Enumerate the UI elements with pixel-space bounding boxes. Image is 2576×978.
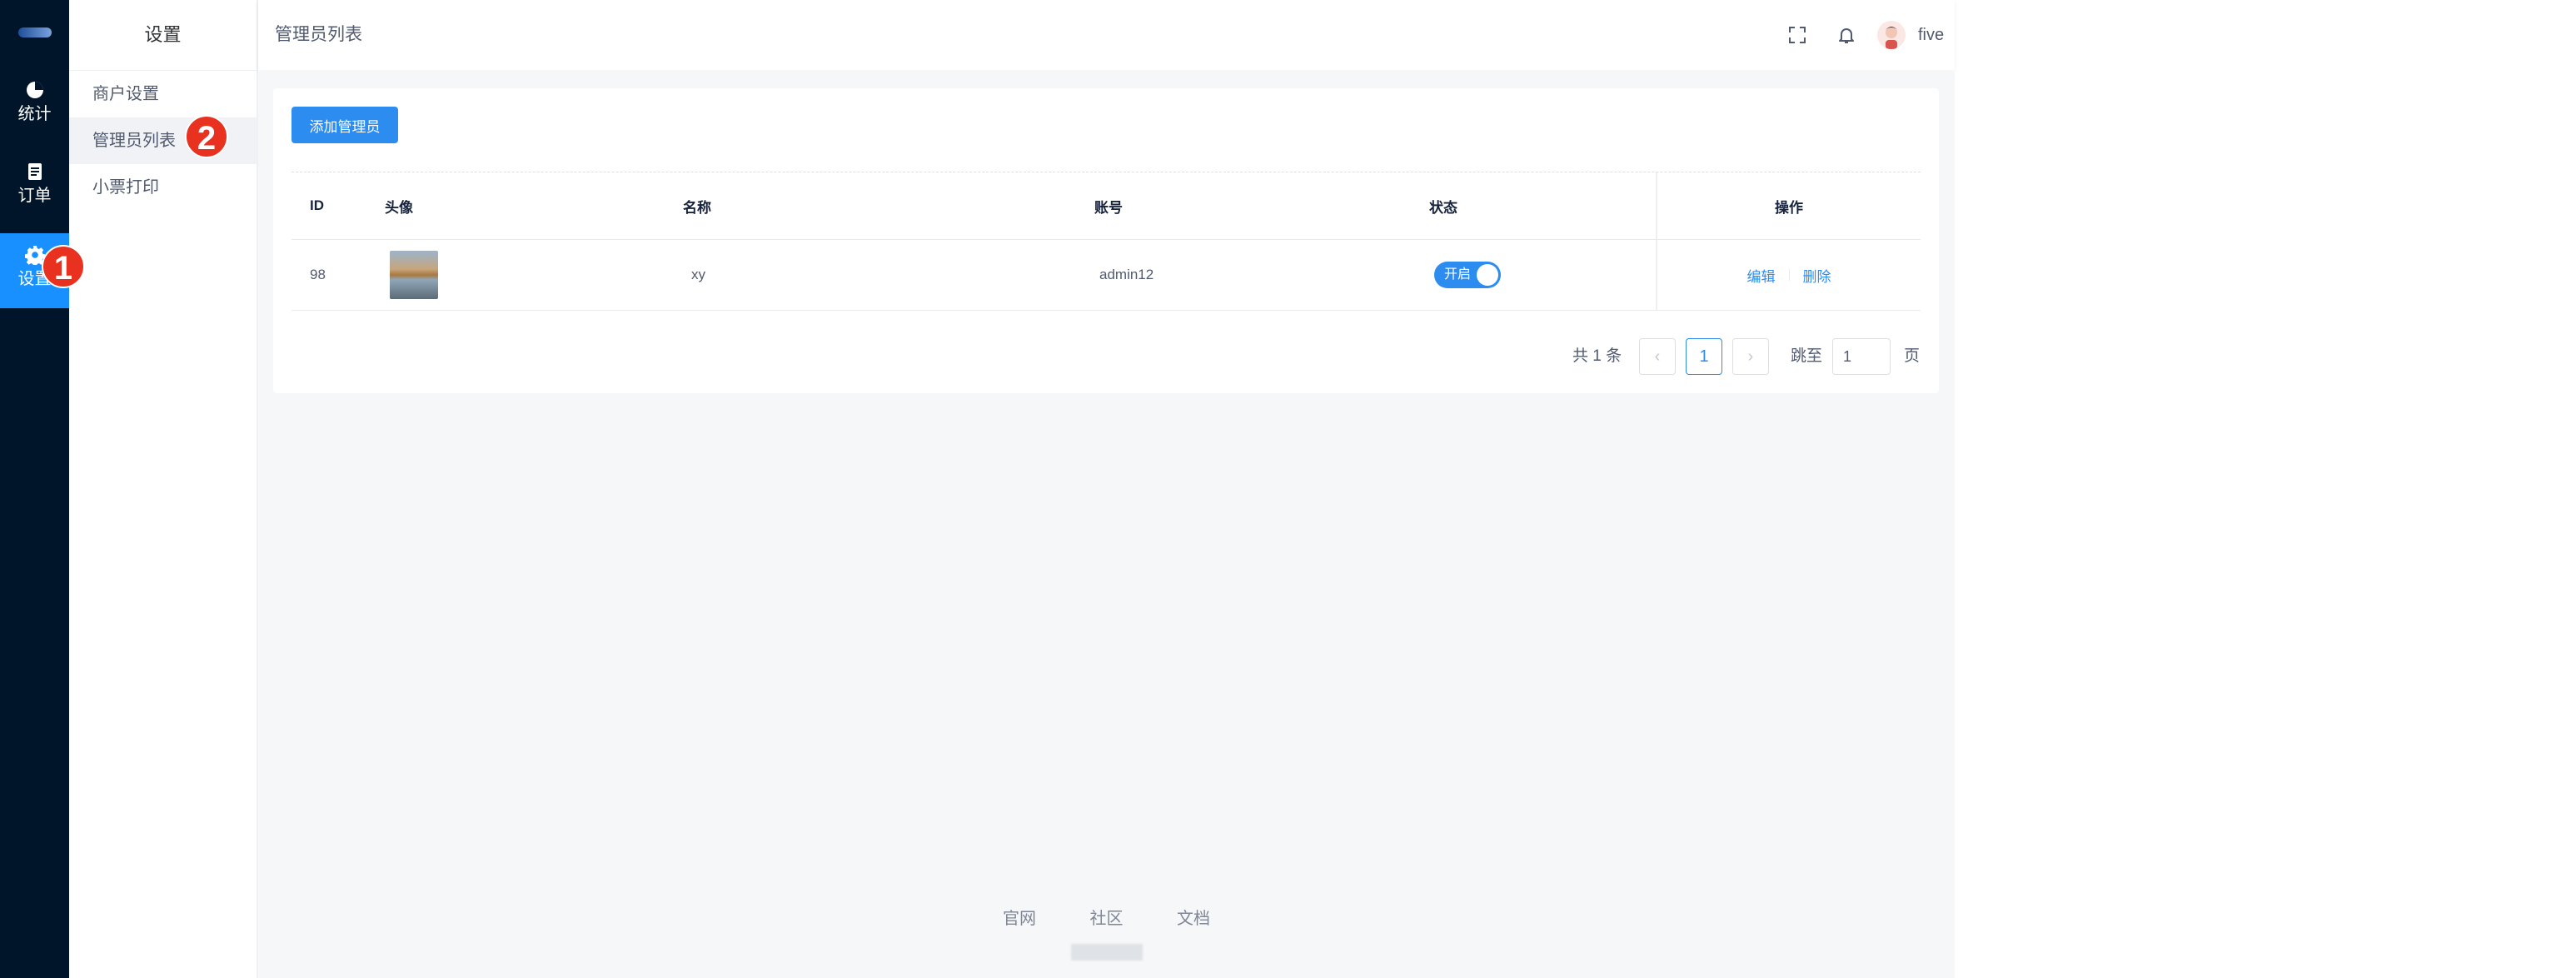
status-toggle-label: 开启 [1444,267,1472,282]
fullscreen-icon[interactable] [1787,25,1807,45]
toggle-knob [1477,264,1498,286]
cell-avatar [390,240,438,310]
footer-link-docs[interactable]: 文档 [1177,910,1210,928]
breadcrumb: 管理员列表 [275,25,362,44]
rail-item-label: 统计 [17,105,52,123]
footer-link-community[interactable]: 社区 [1090,910,1124,928]
avatar-face-icon [1885,27,1898,49]
rail-item-orders[interactable]: 订单 [0,162,69,237]
top-bar: 管理员列表 five [258,0,1955,70]
next-page-button[interactable]: › [1732,338,1769,375]
chevron-left-icon: ‹ [1654,347,1661,366]
chevron-right-icon: › [1747,347,1754,366]
user-avatar[interactable] [1877,21,1906,49]
submenu-item-merchant-settings[interactable]: 商户设置 [69,71,257,117]
pager-total: 共 1 条 [1572,347,1622,365]
col-id: ID [310,197,324,213]
pagination: 共 1 条 ‹ 1 › 跳至 页 [1572,338,1922,377]
col-actions: 操作 [1775,199,1803,216]
submenu-item-admin-list[interactable]: 管理员列表 [69,117,257,164]
secondary-menu: 设置 商户设置 管理员列表 小票打印 [69,0,258,978]
status-toggle[interactable]: 开启 [1434,262,1501,288]
document-icon [27,163,42,180]
admin-table: ID 头像 名称 账号 状态 操作 98 xy admin12 开启 编辑 删除 [291,172,1921,311]
cell-id: 98 [310,267,326,282]
cell-actions: 编辑 删除 [1657,240,1921,310]
footer: 官网 社区 文档 [258,905,1955,961]
table-row: 98 xy admin12 开启 编辑 删除 [291,240,1921,311]
user-name[interactable]: five [1918,0,1944,70]
logo [18,27,52,37]
prev-page-button[interactable]: ‹ [1639,338,1676,375]
pager-goto-label: 跳至 [1791,347,1823,365]
pager-goto-input[interactable] [1832,338,1891,375]
icon-rail: 统计 订单 设置 [0,0,69,978]
submenu-item-receipt-print[interactable]: 小票打印 [69,164,257,211]
add-admin-button[interactable]: 添加管理员 [291,107,398,143]
page-1-button[interactable]: 1 [1686,338,1722,375]
step-marker-1: 1 [42,245,85,288]
col-avatar: 头像 [385,199,413,216]
rail-item-stats[interactable]: 统计 [0,80,69,155]
cell-status: 开启 [1434,240,1501,310]
action-divider [1788,269,1790,281]
table-header: ID 头像 名称 账号 状态 操作 [291,172,1921,240]
edit-link[interactable]: 编辑 [1747,265,1776,286]
footer-copyright-blurred [1070,944,1143,961]
admin-list-card: 添加管理员 ID 头像 名称 账号 状态 操作 98 xy admin12 开启… [273,88,1939,393]
rail-item-label: 订单 [17,187,52,205]
submenu-title: 设置 [69,0,257,71]
avatar-image [390,251,438,299]
col-account: 账号 [1094,199,1123,216]
col-name: 名称 [683,199,711,216]
delete-link[interactable]: 删除 [1803,265,1831,286]
footer-link-official[interactable]: 官网 [1003,910,1036,928]
cell-name: xy [691,267,705,282]
pie-chart-icon [26,82,43,98]
col-status: 状态 [1429,199,1457,216]
step-marker-2: 2 [185,115,228,158]
bell-icon[interactable] [1836,25,1856,45]
cell-account: admin12 [1099,267,1154,282]
pager-page-suffix: 页 [1904,347,1921,365]
content-area: 添加管理员 ID 头像 名称 账号 状态 操作 98 xy admin12 开启… [42,72,1955,978]
